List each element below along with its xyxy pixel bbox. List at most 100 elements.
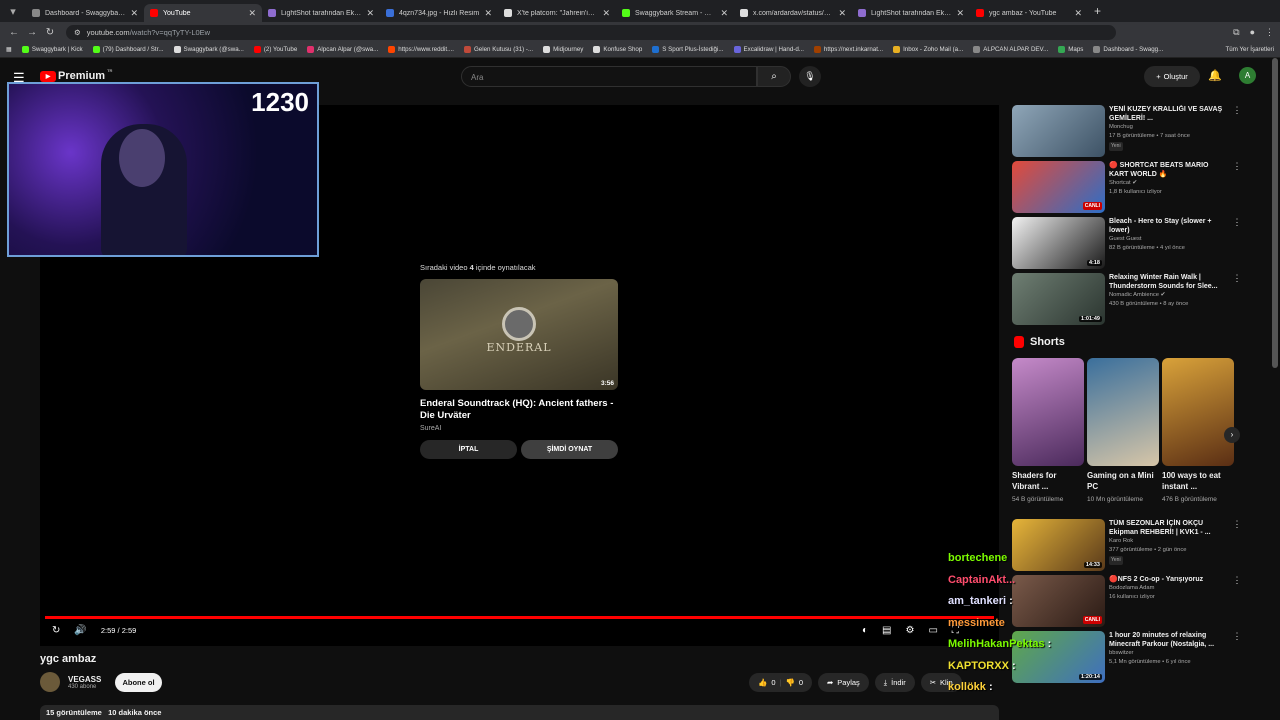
- bookmark-item[interactable]: Midjourney: [543, 46, 583, 53]
- browser-tab[interactable]: LightShot tarafından Ekran Gö✕: [852, 4, 970, 22]
- site-info-icon[interactable]: ⚙: [74, 28, 81, 37]
- video-thumbnail[interactable]: 4:18: [1012, 217, 1105, 269]
- more-options-icon[interactable]: ⋮: [1232, 217, 1242, 269]
- browser-tab[interactable]: Dashboard - Swaggybark Link ✕: [26, 4, 144, 22]
- browser-tab[interactable]: Swaggybark Stream - Watch Li ✕: [616, 4, 734, 22]
- channel-name[interactable]: Shortcat ✔: [1109, 179, 1227, 188]
- tab-close-icon[interactable]: ✕: [366, 8, 374, 19]
- youtube-logo[interactable]: ▶ Premium TR: [40, 68, 112, 82]
- video-title[interactable]: 🔴 SHORTCAT BEATS MARIO KART WORLD 🔥: [1109, 161, 1227, 179]
- browser-tab[interactable]: x.com/ardardav/status/19774 ✕: [734, 4, 852, 22]
- download-button[interactable]: ⤓ İndir: [874, 673, 915, 692]
- search-icon[interactable]: ⌕: [757, 66, 791, 87]
- like-icon[interactable]: 👍: [758, 678, 767, 687]
- search-input[interactable]: Ara: [461, 66, 757, 87]
- bookmark-item[interactable]: https://www.reddit....: [388, 46, 454, 53]
- channel-name[interactable]: VEGASS: [68, 675, 101, 684]
- description-box[interactable]: 15 görüntüleme 10 dakika önce: [40, 705, 999, 720]
- channel-name[interactable]: Karo Rok: [1109, 537, 1227, 546]
- bookmark-item[interactable]: Maps: [1058, 46, 1083, 53]
- theater-mode-icon[interactable]: ▭: [928, 625, 937, 636]
- progress-bar[interactable]: [45, 616, 994, 619]
- browser-tab[interactable]: YouTube ✕: [144, 4, 262, 22]
- bookmark-item[interactable]: Konfuse Shop: [593, 46, 642, 53]
- video-title[interactable]: 1 hour 20 minutes of relaxing Minecraft …: [1109, 631, 1227, 649]
- more-options-icon[interactable]: ⋮: [1232, 575, 1242, 627]
- short-item[interactable]: Gaming on a Mini PC 10 Mn görüntüleme: [1087, 358, 1159, 505]
- more-options-icon[interactable]: ⋮: [1232, 631, 1242, 683]
- video-title[interactable]: Bleach - Here to Stay (slower + lower): [1109, 217, 1227, 235]
- short-title[interactable]: Gaming on a Mini PC: [1087, 470, 1159, 492]
- play-now-button[interactable]: ŞİMDİ OYNAT: [521, 440, 618, 459]
- channel-name[interactable]: bbswitzer: [1109, 649, 1227, 658]
- short-item[interactable]: Shaders for Vibrant ... 54 B görüntüleme: [1012, 358, 1084, 505]
- browser-tab[interactable]: LightShot tarafından Ekran Gör✕: [262, 4, 380, 22]
- next-video-channel[interactable]: SureAI: [420, 425, 620, 432]
- extension-icon[interactable]: ⧉: [1233, 27, 1239, 38]
- bookmark-item[interactable]: Dashboard - Swagg...: [1093, 46, 1163, 53]
- bookmark-item[interactable]: S Sport Plus-İstediği...: [652, 46, 724, 53]
- bookmark-item[interactable]: Swaggybark | Kick: [21, 46, 83, 53]
- bookmark-item[interactable]: Swaggybark (@swa...: [173, 46, 244, 53]
- channel-name[interactable]: Bodozlama Adam: [1109, 584, 1227, 593]
- bookmark-item[interactable]: (2) YouTube: [253, 46, 297, 53]
- autoplay-toggle[interactable]: ◐: [862, 625, 868, 636]
- channel-name[interactable]: Monchug: [1109, 123, 1227, 132]
- tab-close-icon[interactable]: ✕: [956, 8, 964, 19]
- notifications-bell-icon[interactable]: 🔔: [1208, 69, 1222, 82]
- short-title[interactable]: Shaders for Vibrant ...: [1012, 470, 1084, 492]
- captions-icon[interactable]: ▤: [882, 625, 891, 636]
- new-tab-icon[interactable]: +: [1094, 4, 1101, 18]
- profile-icon[interactable]: ●: [1250, 27, 1255, 38]
- video-title[interactable]: TÜM SEZONLAR İÇİN OKÇU Ekipman REHBERİ! …: [1109, 519, 1227, 537]
- more-options-icon[interactable]: ⋮: [1232, 161, 1242, 213]
- video-thumbnail[interactable]: [1012, 105, 1105, 157]
- recommended-video[interactable]: YENİ KUZEY KRALLIĞI VE SAVAŞ GEMİLERİ! .…: [1012, 105, 1242, 157]
- more-options-icon[interactable]: ⋮: [1232, 519, 1242, 571]
- tab-close-icon[interactable]: ✕: [130, 8, 138, 19]
- dislike-icon[interactable]: 👎: [785, 678, 794, 687]
- more-options-icon[interactable]: ⋮: [1232, 273, 1242, 325]
- short-thumbnail[interactable]: [1087, 358, 1159, 466]
- tab-close-icon[interactable]: ✕: [248, 8, 256, 19]
- bookmark-item[interactable]: Gelen Kutusu (31) -...: [463, 46, 533, 53]
- settings-gear-icon[interactable]: ⚙: [906, 625, 915, 636]
- dislike-count[interactable]: 0: [799, 678, 803, 687]
- tab-close-icon[interactable]: ✕: [602, 8, 610, 19]
- bookmark-item[interactable]: Inbox - Zoho Mail (a...: [893, 46, 963, 53]
- recommended-video[interactable]: 4:18 Bleach - Here to Stay (slower + lowe…: [1012, 217, 1242, 269]
- bookmark-item[interactable]: Alpcan Alpar (@swa...: [307, 46, 378, 53]
- browser-tab[interactable]: X'te platcorn: "Jahrein'in kişisi ✕: [498, 4, 616, 22]
- video-title[interactable]: Relaxing Winter Rain Walk | Thunderstorm…: [1109, 273, 1227, 291]
- share-button[interactable]: ➦ Paylaş: [817, 673, 869, 692]
- short-item[interactable]: 100 ways to eat instant ... 476 B görüntü…: [1162, 358, 1234, 505]
- more-options-icon[interactable]: ⋮: [1232, 105, 1242, 157]
- apps-icon[interactable]: ▦: [6, 46, 12, 53]
- menu-dots-icon[interactable]: ⋮: [1265, 27, 1274, 38]
- next-video-thumbnail[interactable]: ENDERAL 3:56: [420, 279, 618, 390]
- create-button[interactable]: + Oluştur: [1144, 66, 1200, 87]
- browser-tab[interactable]: ygc ambaz - YouTube ✕: [970, 4, 1088, 22]
- account-avatar[interactable]: A: [1239, 67, 1256, 84]
- short-title[interactable]: 100 ways to eat instant ...: [1162, 470, 1234, 492]
- forward-icon[interactable]: →: [24, 27, 40, 38]
- cancel-autoplay-button[interactable]: İPTAL: [420, 440, 517, 459]
- short-thumbnail[interactable]: [1162, 358, 1234, 466]
- video-thumbnail[interactable]: 1:01:49: [1012, 273, 1105, 325]
- recommended-video[interactable]: 1:01:49 Relaxing Winter Rain Walk | Thund…: [1012, 273, 1242, 325]
- tab-close-icon[interactable]: ✕: [484, 8, 492, 19]
- short-thumbnail[interactable]: [1012, 358, 1084, 466]
- like-count[interactable]: 0: [771, 678, 775, 687]
- replay-icon[interactable]: ↻: [52, 625, 60, 636]
- channel-avatar[interactable]: [40, 672, 60, 692]
- page-scrollbar[interactable]: [1272, 58, 1278, 368]
- channel-name[interactable]: Guest Guest: [1109, 235, 1227, 244]
- shorts-next-arrow-icon[interactable]: ›: [1224, 427, 1240, 443]
- bookmark-item[interactable]: (79) Dashboard / Str...: [92, 46, 164, 53]
- video-title[interactable]: 🔴NFS 2 Co-op - Yarışıyoruz: [1109, 575, 1227, 584]
- channel-name[interactable]: Nomadic Ambience ✔: [1109, 291, 1227, 300]
- tab-close-icon[interactable]: ✕: [1074, 8, 1082, 19]
- tab-close-icon[interactable]: ✕: [720, 8, 728, 19]
- tab-search-icon[interactable]: ▾: [6, 4, 20, 18]
- address-bar[interactable]: ⚙ youtube.com/watch?v=qqTyTY-L0Ew: [66, 24, 1116, 40]
